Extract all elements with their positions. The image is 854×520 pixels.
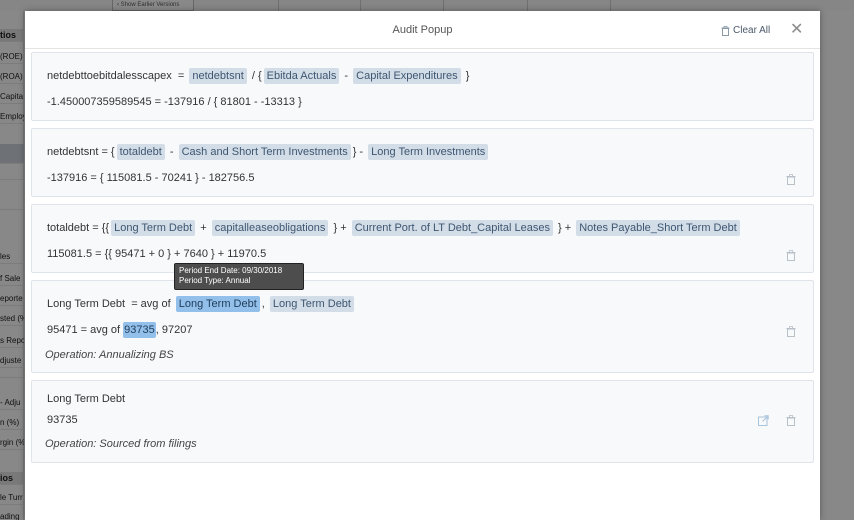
trash-icon[interactable] [786,174,796,185]
audit-popup: Audit Popup Clear All ✕ netdebttoebitdal… [25,11,820,520]
formula-operator: } - [352,146,364,158]
formula-term-chip[interactable]: Current Port. of LT Debt_Capital Leases [351,220,553,236]
audit-card: totaldebt = {{ Long Term Debt + capitall… [31,204,814,273]
close-icon[interactable]: ✕ [790,22,803,38]
formula-operator: - [344,70,349,82]
formula-lhs: netdebttoebitdalesscapex [47,70,172,82]
formula-operator: = avg of [131,298,171,310]
formula-line: netdebttoebitdalesscapex = netdebtsnt / … [47,67,469,85]
formula-term-chip[interactable]: Long Term Investments [368,144,489,160]
audit-card: netdebttoebitdalesscapex = netdebtsnt / … [31,52,814,121]
values-line: 95471 = avg of 93735, 97207 [47,321,192,339]
tooltip-period-type: Period Type: Annual [179,276,251,285]
audit-card: Long Term Debt 93735 Operation: Sourced … [31,380,814,463]
formula-term-chip-selected[interactable]: Long Term Debt [175,296,260,312]
trash-icon[interactable] [786,415,796,426]
clear-all-button[interactable]: Clear All [721,25,770,36]
value-chip[interactable]: 97207 [162,324,193,336]
modal-header: Audit Popup Clear All ✕ [25,11,820,49]
formula-operator: = {{ [92,222,110,234]
trash-icon[interactable] [786,326,796,337]
formula-lhs: Long Term Debt [47,298,126,310]
formula-lhs: netdebtsnt [47,146,99,158]
formula-operator: } [465,70,470,82]
trash-icon[interactable] [786,250,796,261]
formula-term-chip[interactable]: Long Term Debt [269,296,354,312]
formula-term-chip[interactable]: capitalleaseobligations [211,220,329,236]
values-line: 115081.5 = {{ 95471 + 0 } + 7640 } + 119… [47,248,267,260]
formula-operator: = [177,70,185,82]
formula-term-chip[interactable]: totaldebt [116,144,165,160]
audit-card: netdebtsnt = { totaldebt - Cash and Shor… [31,128,814,197]
formula-operator: / { [251,70,262,82]
formula-line: totaldebt = {{ Long Term Debt + capitall… [47,219,742,237]
operation-label: Operation: Sourced from filings [45,438,197,450]
value-chip-selected[interactable]: 93735 [123,322,156,338]
formula-operator: , [261,298,265,310]
source-value: 93735 [47,414,78,426]
values-separator: , [155,324,159,336]
formula-term-chip[interactable]: Ebitda Actuals [263,68,340,84]
modal-title: Audit Popup [392,24,453,36]
formula-line: Long Term Debt = avg of Long Term Debt, … [47,295,356,313]
formula-term-chip[interactable]: Notes Payable_Short Term Debt [576,220,740,236]
values-line: -137916 = { 115081.5 - 70241 } - 182756.… [47,172,255,184]
formula-operator: = { [101,146,115,158]
formula-term-chip[interactable]: Long Term Debt [111,220,196,236]
formula-operator: } + [333,222,347,234]
trash-icon [721,25,730,36]
clear-all-label: Clear All [733,25,771,36]
operation-label: Operation: Annualizing BS [45,349,174,361]
audit-card: Long Term Debt = avg of Long Term Debt, … [31,280,814,373]
formula-term-chip[interactable]: netdebtsnt [189,68,247,84]
formula-operator: - [169,146,174,158]
formula-line: netdebtsnt = { totaldebt - Cash and Shor… [47,143,490,161]
tooltip-period-end: Period End Date: 09/30/2018 [179,266,283,275]
source-title: Long Term Debt [47,393,126,405]
formula-term-chip[interactable]: Cash and Short Term Investments [178,144,351,160]
period-tooltip: Period End Date: 09/30/2018 Period Type:… [174,263,304,290]
formula-lhs: totaldebt [47,222,90,234]
formula-term-chip[interactable]: Capital Expenditures [353,68,461,84]
values-prefix: 95471 = avg of [47,324,121,336]
values-line: -1.450007359589545 = -137916 / { 81801 -… [47,96,302,108]
formula-operator: } + [558,222,572,234]
external-link-icon[interactable] [758,415,769,426]
formula-operator: + [200,222,207,234]
